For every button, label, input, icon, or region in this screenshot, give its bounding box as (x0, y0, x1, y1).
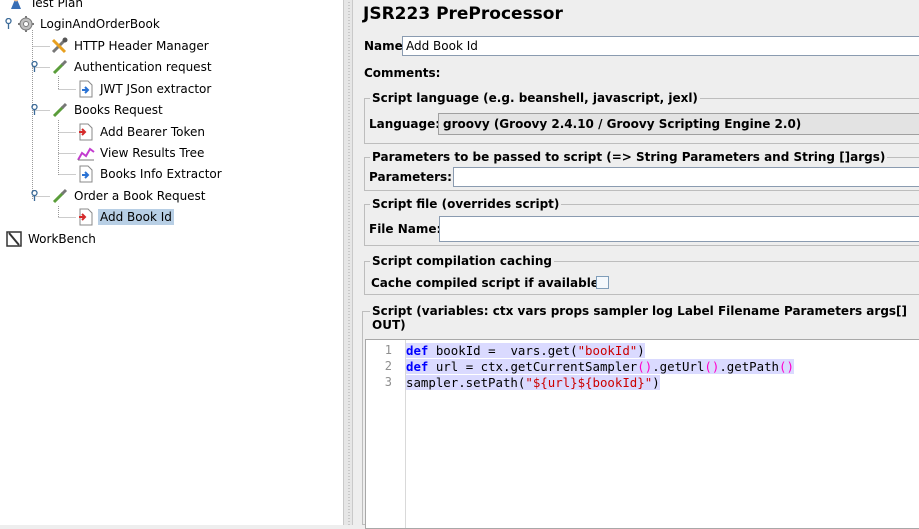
tree-item-label: WorkBench (28, 232, 96, 246)
line-number: 3 (384, 375, 392, 389)
thread-group-icon (16, 15, 36, 33)
script-editor[interactable]: 1 2 3 def bookId = vars.get("bookId") de… (365, 339, 919, 529)
tree-item-label: Test Plan (30, 0, 83, 10)
post-processor-icon (76, 165, 96, 183)
test-plan-tree[interactable]: Test Plan LoginAndOrderBook HTTP Header … (0, 0, 343, 525)
tree-item-test-plan[interactable]: Test Plan (6, 0, 85, 13)
cache-compiled-checkbox[interactable] (596, 276, 609, 289)
script-group-title: Script (variables: ctx vars props sample… (370, 304, 919, 332)
tree-item-label: Add Book Id (98, 209, 174, 225)
code-line[interactable]: def url = ctx.getCurrentSampler().getUrl… (406, 359, 794, 375)
tree-item-label: JWT JSon extractor (100, 82, 212, 96)
sampler-pipette-icon (50, 187, 70, 205)
collapse-handle-icon[interactable] (30, 190, 39, 201)
tree-item-login-and-order-book[interactable]: LoginAndOrderBook (16, 14, 162, 34)
tree-item-view-results-tree[interactable]: View Results Tree (76, 143, 206, 163)
post-processor-icon (76, 80, 96, 98)
script-language-group-title: Script language (e.g. beanshell, javascr… (370, 91, 700, 105)
tree-item-http-header-manager[interactable]: HTTP Header Manager (50, 36, 211, 56)
code-line[interactable]: def bookId = vars.get("bookId") (406, 343, 645, 359)
comments-label: Comments: (364, 66, 441, 80)
tree-item-order-a-book-request[interactable]: Order a Book Request (50, 186, 208, 206)
parameters-group-title: Parameters to be passed to script (=> St… (370, 150, 888, 164)
tree-item-workbench[interactable]: WorkBench (4, 229, 98, 249)
sampler-pipette-icon (50, 101, 70, 119)
tree-item-label: Add Bearer Token (100, 125, 205, 139)
tree-item-jwt-json-extractor[interactable]: JWT JSon extractor (76, 79, 213, 99)
tree-item-books-request[interactable]: Books Request (50, 100, 165, 120)
cache-compiled-label: Cache compiled script if available: (371, 276, 604, 290)
tree-item-label: HTTP Header Manager (74, 39, 209, 53)
code-line[interactable]: sampler.setPath("${url}${bookId}") (406, 375, 660, 391)
tree-item-label: Books Request (74, 103, 163, 117)
tree-item-label: LoginAndOrderBook (40, 17, 160, 31)
tree-item-authentication-request[interactable]: Authentication request (50, 57, 214, 77)
pre-processor-icon (76, 123, 96, 141)
tree-item-label: Authentication request (74, 60, 212, 74)
collapse-handle-icon[interactable] (4, 18, 13, 29)
script-file-group-title: Script file (overrides script) (370, 197, 562, 211)
collapse-handle-icon[interactable] (30, 104, 39, 115)
tree-item-add-book-id[interactable]: Add Book Id (76, 207, 174, 227)
panel-splitter[interactable] (343, 0, 353, 525)
line-number: 2 (384, 359, 392, 373)
tree-item-add-bearer-token[interactable]: Add Bearer Token (76, 122, 207, 142)
file-name-field[interactable] (439, 216, 919, 242)
sampler-pipette-icon (50, 58, 70, 76)
line-number: 1 (384, 343, 392, 357)
file-name-label: File Name: (369, 222, 442, 236)
tree-item-label: Order a Book Request (74, 189, 206, 203)
parameters-field[interactable] (453, 167, 919, 187)
name-field[interactable]: Add Book Id (402, 36, 919, 56)
tree-item-books-info-extractor[interactable]: Books Info Extractor (76, 164, 224, 184)
jsr223-preprocessor-panel: JSR223 PreProcessor Name: Add Book Id Co… (353, 0, 919, 529)
language-select[interactable]: groovy (Groovy 2.4.10 / Groovy Scripting… (438, 113, 919, 135)
line-number-gutter: 1 2 3 (366, 340, 406, 528)
parameters-label: Parameters: (369, 170, 452, 184)
caching-group-title: Script compilation caching (370, 254, 554, 268)
workbench-icon (4, 230, 24, 248)
collapse-handle-icon[interactable] (30, 61, 39, 72)
language-label: Language: (369, 117, 441, 131)
config-tools-icon (50, 37, 70, 55)
pre-processor-icon (76, 208, 96, 226)
tree-item-label: View Results Tree (100, 146, 205, 160)
panel-title: JSR223 PreProcessor (363, 4, 563, 24)
test-plan-icon (6, 0, 26, 12)
tree-item-label: Books Info Extractor (100, 167, 222, 181)
listener-icon (76, 144, 96, 162)
